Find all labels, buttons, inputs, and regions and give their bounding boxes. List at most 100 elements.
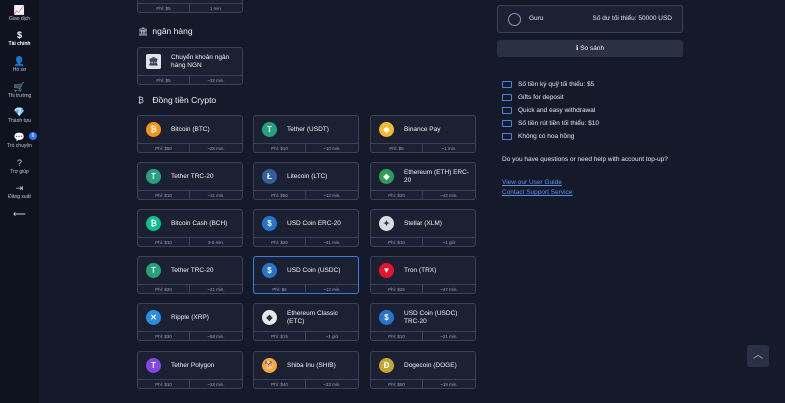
nav-trading[interactable]: 📈 Giao dịch — [0, 5, 39, 23]
feature-min-deposit: Số tiền ký quỹ tối thiểu: $5 — [502, 81, 594, 88]
crypto-method-card[interactable]: T Tether Polygon Phí: $10 ~22 min. — [137, 351, 243, 389]
percent-icon — [502, 133, 512, 140]
card-fee: Phí: $10 — [254, 144, 306, 153]
crypto-method-card[interactable]: ◆ Ethereum (ETH) ERC-20 Phí: $20 ~42 min. — [370, 162, 476, 200]
nav-achievements[interactable]: 💎 Thành tựu — [0, 107, 39, 125]
card-footer: Phí: $5 ~1 min. — [371, 143, 475, 153]
support-link[interactable]: Contact Support Service — [502, 189, 572, 196]
bank-section-title: 🏛 ngân hàng — [138, 26, 193, 36]
card-time: ~28 min. — [207, 146, 225, 151]
nav-finance[interactable]: $ Tài chính — [0, 30, 39, 48]
card-footer: Phí: $30 ~58 min. — [138, 331, 242, 341]
crypto-method-card[interactable]: Ł Litecoin (LTC) Phí: $50 ~12 min. — [253, 162, 359, 200]
crypto-method-card[interactable]: $ USD Coin (USDC) TRC-20 Phí: $10 ~21 min. — [370, 303, 476, 341]
radio-button[interactable] — [508, 13, 521, 26]
card-time: ~1 giờ — [442, 240, 456, 245]
card-time: ~42 min. — [440, 193, 458, 198]
user-guide-link[interactable]: View our User Guide — [502, 179, 562, 186]
card-name: USD Coin ERC-20 — [287, 220, 341, 227]
crypto-method-card[interactable]: ✦ Stellar (XLM) Phí: $10 ~1 giờ — [370, 209, 476, 247]
min-balance: Số dư tối thiểu: 50000 USD — [592, 15, 672, 22]
crypto-method-card[interactable]: T Tether TRC-20 Phí: $10 ~11 min. — [137, 162, 243, 200]
card-footer: Phí: $20 ~21 min. — [138, 284, 242, 294]
bank-transfer-card[interactable]: 🏛 Chuyển khoản ngân hàng NGN Phí: $5 ~32… — [137, 47, 243, 85]
card-time: ~12 min. — [323, 287, 341, 292]
card-name: Stellar (XLM) — [404, 220, 442, 227]
card-fee: Phí: $50 — [138, 144, 190, 153]
crypto-method-card[interactable]: ✕ Ripple (XRP) Phí: $30 ~58 min. — [137, 303, 243, 341]
chart-icon: 📈 — [13, 5, 26, 15]
feature-text: Không có hoa hồng — [518, 133, 575, 141]
info-icon: ℹ — [575, 45, 579, 52]
feature-text: Quick and easy withdrawal — [518, 107, 596, 115]
card-name: Tether TRC-20 — [171, 267, 214, 274]
card-footer: Phí: $10 ~21 min. — [371, 331, 475, 341]
nav-collapse[interactable]: ⟵ — [0, 209, 39, 220]
section-label: ngân hàng — [152, 26, 193, 36]
nav-help[interactable]: ? Trợ giúp — [0, 158, 39, 176]
nav-chat[interactable]: 💬 Trò chuyện 6 — [0, 132, 39, 150]
card-footer: Phí: $25 ~47 min. — [371, 284, 475, 294]
card-footer: Phí: $10 3-5 min. — [138, 237, 242, 247]
nav-logout[interactable]: ⇥ Đăng xuất — [0, 183, 39, 201]
card-footer: Phí: $20 ~42 min. — [371, 190, 475, 200]
card-time: ~1 giờ — [325, 334, 339, 339]
card-fee: Phí: $5 — [254, 285, 306, 294]
crypto-method-card[interactable]: 🐕 Shiba Inu (SHIB) Phí: $40 ~23 min. — [253, 351, 359, 389]
card-time: ~31 min. — [323, 240, 341, 245]
nav-label: Đăng xuất — [8, 194, 31, 200]
feature-min-withdraw: Số tiền rút tiền tối thiểu: $10 — [502, 120, 599, 127]
crypto-method-card[interactable]: $ USD Coin ERC-20 Phí: $20 ~31 min. — [253, 209, 359, 247]
scroll-to-top-button[interactable]: ︿ — [747, 345, 769, 367]
coin-icon: Ð — [379, 358, 394, 373]
card-fee: Phí: $10 — [371, 238, 423, 247]
compare-button[interactable]: ℹ So sánh — [497, 40, 683, 57]
card-time: ~10 min. — [323, 146, 341, 151]
card-footer: Phí: $15 ~1 giờ — [254, 331, 358, 341]
nav-label: Giao dịch — [8, 16, 31, 22]
bitcoin-icon: ₿ — [138, 96, 144, 105]
card-name: Ethereum (ETH) ERC-20 — [404, 169, 470, 184]
crypto-method-card[interactable]: ₿ Bitcoin (BTC) Phí: $50 ~28 min. — [137, 115, 243, 153]
dollar-icon: $ — [16, 30, 22, 40]
coin-icon: ◆ — [262, 310, 277, 325]
card-footer: Phí: $50 ~19 min. — [371, 379, 475, 389]
crypto-method-card[interactable]: $ USD Coin (USDC) Phí: $5 ~12 min. — [253, 256, 359, 294]
feature-no-commission: Không có hoa hồng — [502, 133, 574, 140]
crypto-method-card[interactable]: ₿ Bitcoin Cash (BCH) Phí: $10 3-5 min. — [137, 209, 243, 247]
crypto-method-card[interactable]: T Tether (USDT) Phí: $10 ~10 min. — [253, 115, 359, 153]
chat-badge: 6 — [29, 132, 37, 140]
card-fee: Phí: $40 — [254, 380, 306, 389]
crypto-method-card[interactable]: ▼ Tron (TRX) Phí: $25 ~47 min. — [370, 256, 476, 294]
account-type-option[interactable]: Guru Số dư tối thiểu: 50000 USD — [497, 5, 683, 33]
coin-icon: T — [146, 263, 161, 278]
crypto-method-card[interactable]: ◆ Binance Pay Phí: $5 ~1 min. — [370, 115, 476, 153]
card-fee: Phí: $15 — [254, 332, 306, 341]
question-icon: ? — [16, 158, 22, 168]
card-name: Binance Pay — [404, 126, 441, 133]
card-name: Tether TRC-20 — [171, 173, 214, 180]
user-icon: 👤 — [13, 56, 26, 66]
card-name: Ripple (XRP) — [171, 314, 209, 321]
coin-icon: T — [146, 169, 161, 184]
nav-label: Thành tựu — [7, 118, 32, 124]
card-fee: Phí: $20 — [138, 285, 190, 294]
crypto-method-card[interactable]: ◆ Ethereum Classic (ETC) Phí: $15 ~1 giờ — [253, 303, 359, 341]
card-fee: Phí: $5 — [371, 144, 423, 153]
crypto-method-card[interactable]: T Tether TRC-20 Phí: $20 ~21 min. — [137, 256, 243, 294]
card-name: Bitcoin Cash (BCH) — [171, 220, 228, 227]
nav-market[interactable]: 🛒 Thị trường — [0, 82, 39, 100]
card-time: 3-5 min. — [207, 240, 225, 245]
sidebar-nav: 📈 Giao dịch $ Tài chính 👤 Hồ sơ 🛒 Thị tr… — [0, 0, 39, 403]
diamond-icon: 💎 — [13, 107, 26, 117]
partial-method-card[interactable]: Phí: $5 1 min. — [137, 0, 243, 13]
card-name: Dogecoin (DOGE) — [404, 362, 457, 369]
card-name: Tron (TRX) — [404, 267, 437, 274]
card-fee: Phí: $10 — [138, 191, 190, 200]
card-name: Tether (USDT) — [287, 126, 329, 133]
withdraw-amount-icon — [502, 120, 512, 127]
nav-profile[interactable]: 👤 Hồ sơ — [0, 56, 39, 74]
card-name: USD Coin (USDC) — [287, 267, 341, 274]
crypto-method-card[interactable]: Ð Dogecoin (DOGE) Phí: $50 ~19 min. — [370, 351, 476, 389]
withdrawal-icon — [502, 107, 512, 114]
